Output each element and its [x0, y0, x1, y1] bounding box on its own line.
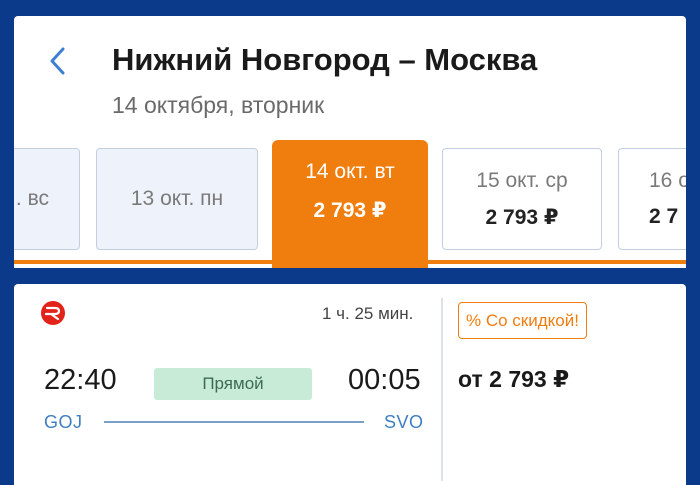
date-card-16[interactable]: 16 о 2 7 [618, 148, 686, 250]
date-strip: . вс 13 окт. пн 14 окт. вт 2 793 ₽ 15 ок… [14, 140, 686, 268]
date-price: 2 793 ₽ [313, 199, 387, 222]
arrival-airport-code: SVO [384, 412, 424, 432]
ticket-result-card[interactable]: 1 ч. 25 мин. 22:40 Прямой 00:05 GOJ SVO … [14, 284, 686, 485]
departure-time: 22:40 [44, 364, 117, 396]
rzd-logo-icon [41, 301, 65, 325]
date-card-13[interactable]: 13 окт. пн [96, 148, 258, 250]
ticket-price: от 2 793 ₽ [458, 366, 570, 392]
selected-underline [14, 260, 686, 264]
page-subtitle: 14 октября, вторник [112, 92, 325, 118]
arrival-time: 00:05 [348, 364, 421, 396]
date-card-15[interactable]: 15 окт. ср 2 793 ₽ [442, 148, 602, 250]
trip-duration: 1 ч. 25 мин. [322, 304, 414, 323]
header-card: Нижний Новгород – Москва 14 октября, вто… [14, 16, 686, 268]
back-button[interactable] [42, 44, 72, 78]
date-price: 2 793 ₽ [485, 205, 559, 229]
chevron-left-icon [50, 47, 65, 75]
date-label: 15 окт. ср [476, 168, 568, 192]
discount-badge: % Со скидкой! [458, 302, 587, 339]
date-label: 16 о [649, 169, 686, 192]
date-price: 2 7 [649, 205, 679, 228]
date-label: 14 окт. вт [305, 160, 395, 183]
date-label: 13 окт. пн [130, 187, 224, 210]
card-divider [441, 298, 443, 481]
route-type-badge: Прямой [154, 368, 312, 400]
page-title: Нижний Новгород – Москва [112, 42, 538, 77]
route-line [104, 421, 364, 423]
date-card-14-selected[interactable]: 14 окт. вт 2 793 ₽ [272, 140, 428, 268]
departure-airport-code: GOJ [44, 412, 83, 432]
date-label: . вс [15, 187, 49, 210]
date-card-12[interactable]: . вс [14, 148, 80, 250]
